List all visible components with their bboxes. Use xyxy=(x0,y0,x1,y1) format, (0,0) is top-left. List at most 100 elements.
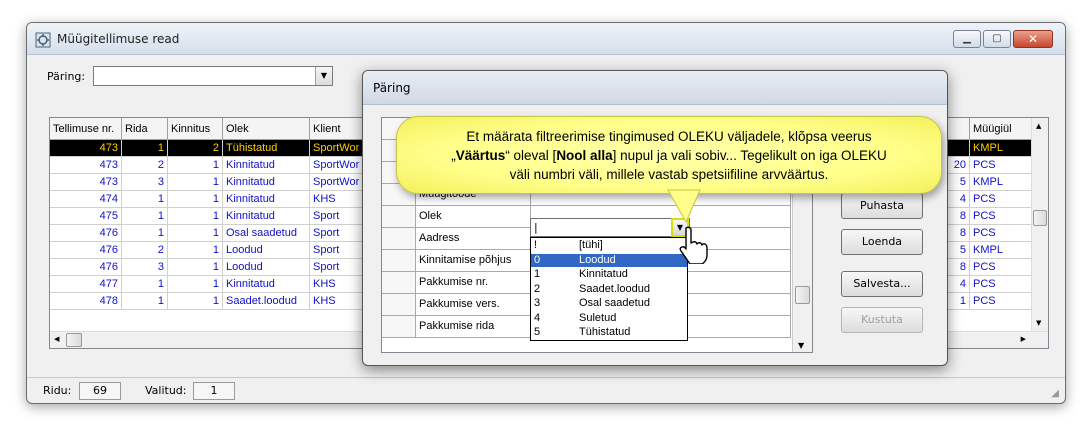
cell-order[interactable]: 473 xyxy=(50,174,122,191)
scroll-left-icon[interactable]: ◀ xyxy=(54,335,59,343)
cell-conf[interactable]: 1 xyxy=(168,157,223,174)
query-select[interactable]: ▼ xyxy=(93,66,333,86)
cell-conf[interactable]: 1 xyxy=(168,191,223,208)
delete-button[interactable]: Kustuta xyxy=(841,307,923,333)
cell-order[interactable]: 473 xyxy=(50,157,122,174)
cell-line[interactable]: 2 xyxy=(122,242,168,259)
column-header-order[interactable]: Tellimuse nr. xyxy=(50,118,122,140)
cell-client[interactable]: Sport xyxy=(310,242,370,259)
olek-dropdown-list[interactable]: ! [tühi] 0 Loodud 1 Kinnitatud 2 Saadet.loodud 3… xyxy=(530,237,688,341)
scroll-down-icon[interactable]: ▼ xyxy=(1036,319,1041,327)
cell-state[interactable]: Kinnitatud xyxy=(223,276,310,293)
cell-conf[interactable]: 1 xyxy=(168,225,223,242)
cell-order[interactable]: 476 xyxy=(50,242,122,259)
close-button[interactable]: ✕ xyxy=(1013,30,1053,48)
cell-order[interactable]: 478 xyxy=(50,293,122,310)
cell-state[interactable]: Kinnitatud xyxy=(223,191,310,208)
column-header-confirmation[interactable]: Kinnitus xyxy=(168,118,223,140)
cell-line[interactable]: 2 xyxy=(122,157,168,174)
cell-state[interactable]: Kinnitatud xyxy=(223,208,310,225)
save-button[interactable]: Salvesta... xyxy=(841,271,923,297)
cell-state[interactable]: Saadet.loodud xyxy=(223,293,310,310)
cell-order[interactable]: 476 xyxy=(50,225,122,242)
cell-client[interactable]: Sport xyxy=(310,225,370,242)
cell-conf[interactable]: 1 xyxy=(168,242,223,259)
cell-conf[interactable]: 1 xyxy=(168,174,223,191)
cell-order[interactable]: 475 xyxy=(50,208,122,225)
cell-client[interactable]: SportWor xyxy=(310,174,370,191)
condition-selector[interactable] xyxy=(382,228,416,250)
column-header-client[interactable]: Klient xyxy=(310,118,370,140)
dropdown-option[interactable]: 3 Osal saadetud xyxy=(531,297,687,310)
cell-client[interactable]: Sport xyxy=(310,259,370,276)
column-header-seller[interactable]: Müügiül xyxy=(970,118,1033,140)
dropdown-option[interactable]: 5 Tühistatud xyxy=(531,326,687,339)
cell-state[interactable]: Kinnitatud xyxy=(223,174,310,191)
dropdown-option[interactable]: 1 Kinnitatud xyxy=(531,268,687,281)
cell-state[interactable]: Kinnitatud xyxy=(223,157,310,174)
cell-seller[interactable]: PCS xyxy=(970,293,1033,310)
dropdown-option[interactable]: 2 Saadet.loodud xyxy=(531,283,687,296)
resize-grip-icon[interactable]: ◢ xyxy=(1051,388,1059,399)
dropdown-option[interactable]: 4 Suletud xyxy=(531,312,687,325)
cell-seller[interactable]: KMPL xyxy=(970,174,1033,191)
cell-seller[interactable]: PCS xyxy=(970,225,1033,242)
cell-line[interactable]: 1 xyxy=(122,140,168,157)
cell-seller[interactable]: KMPL xyxy=(970,242,1033,259)
cell-seller[interactable]: PCS xyxy=(970,208,1033,225)
scroll-right-icon[interactable]: ▶ xyxy=(1021,335,1026,343)
cell-seller[interactable]: PCS xyxy=(970,259,1033,276)
cell-line[interactable]: 1 xyxy=(122,208,168,225)
cell-seller[interactable]: KMPL xyxy=(970,140,1033,157)
cell-state[interactable]: Osal saadetud xyxy=(223,225,310,242)
chevron-down-icon[interactable]: ▼ xyxy=(315,67,332,85)
cell-line[interactable]: 3 xyxy=(122,259,168,276)
cell-conf[interactable]: 1 xyxy=(168,259,223,276)
cell-client[interactable]: Sport xyxy=(310,208,370,225)
cell-order[interactable]: 477 xyxy=(50,276,122,293)
cell-order[interactable]: 473 xyxy=(50,140,122,157)
cell-line[interactable]: 1 xyxy=(122,191,168,208)
column-header-state[interactable]: Olek xyxy=(223,118,310,140)
cell-line[interactable]: 3 xyxy=(122,174,168,191)
cell-line[interactable]: 1 xyxy=(122,293,168,310)
cell-conf[interactable]: 1 xyxy=(168,293,223,310)
cell-seller[interactable]: PCS xyxy=(970,191,1033,208)
cell-client[interactable]: KHS xyxy=(310,276,370,293)
cell-state[interactable]: Loodud xyxy=(223,242,310,259)
clear-button[interactable]: Puhasta xyxy=(841,193,923,219)
vertical-scroll-thumb[interactable] xyxy=(1033,210,1047,226)
cell-order[interactable]: 476 xyxy=(50,259,122,276)
conditions-scroll-thumb[interactable] xyxy=(795,286,810,304)
cell-client[interactable]: KHS xyxy=(310,191,370,208)
cell-client[interactable]: SportWor xyxy=(310,140,370,157)
cell-conf[interactable]: 1 xyxy=(168,208,223,225)
condition-selector[interactable] xyxy=(382,250,416,272)
cell-line[interactable]: 1 xyxy=(122,276,168,293)
olek-value-input[interactable]: | xyxy=(530,218,690,237)
column-header-line[interactable]: Rida xyxy=(122,118,168,140)
cell-state[interactable]: Tühistatud xyxy=(223,140,310,157)
cell-conf[interactable]: 1 xyxy=(168,276,223,293)
condition-selector[interactable] xyxy=(382,272,416,294)
cell-client[interactable]: SportWor xyxy=(310,157,370,174)
scroll-up-icon[interactable]: ▲ xyxy=(1036,122,1041,130)
cell-seller[interactable]: PCS xyxy=(970,276,1033,293)
cell-client[interactable]: KHS xyxy=(310,293,370,310)
dropdown-option[interactable]: 0 Loodud xyxy=(531,253,687,267)
dropdown-option[interactable]: ! [tühi] xyxy=(531,239,687,252)
minimize-button[interactable]: ▁ xyxy=(953,30,981,48)
cell-state[interactable]: Loodud xyxy=(223,259,310,276)
cell-line[interactable]: 1 xyxy=(122,225,168,242)
grid-vertical-scrollbar[interactable]: ▲ ▼ xyxy=(1031,118,1048,331)
read-button[interactable]: Loenda xyxy=(841,229,923,255)
condition-selector[interactable] xyxy=(382,206,416,228)
cell-seller[interactable]: PCS xyxy=(970,157,1033,174)
maximize-button[interactable]: ▢ xyxy=(983,30,1011,48)
condition-selector[interactable] xyxy=(382,316,416,338)
scroll-down-icon[interactable]: ▼ xyxy=(798,341,804,350)
condition-selector[interactable] xyxy=(382,294,416,316)
horizontal-scroll-thumb[interactable] xyxy=(66,333,82,347)
cell-conf[interactable]: 2 xyxy=(168,140,223,157)
cell-order[interactable]: 474 xyxy=(50,191,122,208)
